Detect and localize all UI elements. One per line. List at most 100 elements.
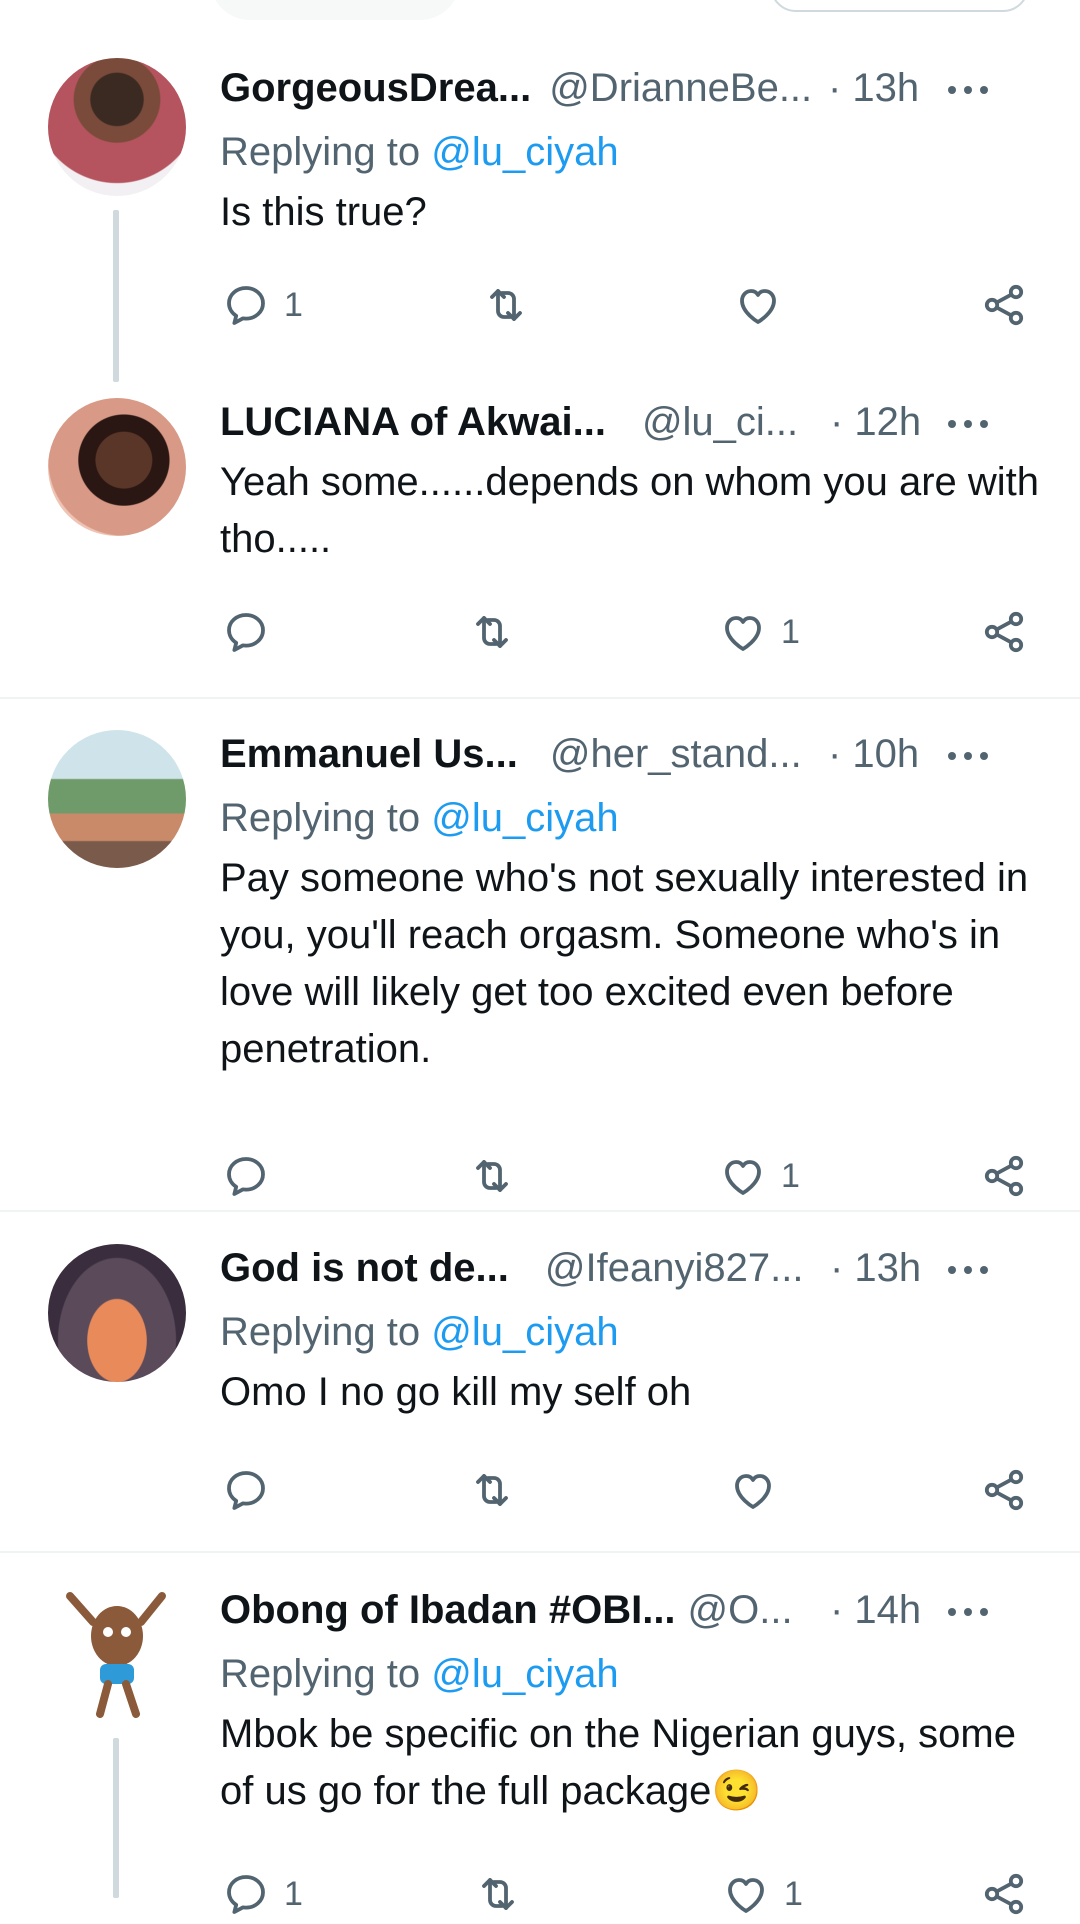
divider	[0, 1551, 1080, 1553]
more-icon[interactable]	[948, 394, 988, 450]
replying-to: Replying to @lu_ciyah	[220, 130, 619, 174]
share-button[interactable]	[980, 602, 1028, 662]
cartoon-avatar-image	[66, 1592, 166, 1718]
tweet[interactable]: LUCIANA of Akwai... @lu_ci... · 12h Yeah …	[0, 380, 1080, 698]
avatar[interactable]	[48, 58, 186, 196]
tweet-text: Pay someone who's not sexually intereste…	[220, 856, 1029, 1071]
like-icon	[722, 1870, 770, 1918]
tweet-header: Emmanuel Us... @her_stand... · 10h	[220, 726, 1040, 782]
like-button[interactable]	[734, 275, 782, 335]
reply-count: 1	[284, 285, 303, 324]
timestamp[interactable]: · 14h	[830, 1582, 921, 1638]
tweet-actions: 1	[0, 275, 1080, 335]
wink-emoji: 😉	[711, 1769, 762, 1813]
avatar[interactable]	[48, 398, 186, 536]
like-icon	[734, 281, 782, 329]
tweet[interactable]: Obong of Ibadan #OBI... @O... · 14h Reply…	[0, 1568, 1080, 1889]
share-button[interactable]	[980, 275, 1028, 335]
display-name[interactable]: Obong of Ibadan #OBI...	[220, 1588, 676, 1632]
retweet-button[interactable]	[468, 1146, 516, 1206]
avatar[interactable]	[48, 1244, 186, 1382]
reply-icon	[222, 1152, 270, 1200]
timestamp[interactable]: · 13h	[828, 60, 919, 116]
share-button[interactable]	[980, 1146, 1028, 1206]
like-button[interactable]: 1	[719, 1146, 800, 1206]
reply-button[interactable]: 1	[222, 1864, 303, 1924]
share-icon	[980, 1152, 1028, 1200]
like-icon	[719, 608, 767, 656]
user-handle[interactable]: @Ifeanyi827...	[545, 1246, 804, 1290]
divider	[0, 1210, 1080, 1212]
share-icon	[980, 1466, 1028, 1514]
more-icon[interactable]	[948, 1240, 988, 1296]
user-handle[interactable]: @her_stand...	[550, 732, 802, 776]
reply-button[interactable]: 1	[222, 275, 303, 335]
timestamp[interactable]: · 10h	[828, 726, 919, 782]
like-icon	[719, 1152, 767, 1200]
replying-to: Replying to @lu_ciyah	[220, 1652, 619, 1696]
like-count: 1	[784, 1874, 803, 1913]
tweet-actions	[0, 1460, 1080, 1520]
display-name[interactable]: LUCIANA of Akwai...	[220, 400, 606, 444]
avatar[interactable]	[48, 730, 186, 868]
reply-icon	[222, 1466, 270, 1514]
tweet-text: Mbok be specific on the Nigerian guys, s…	[220, 1712, 1016, 1813]
retweet-button[interactable]	[482, 275, 530, 335]
display-name[interactable]: GorgeousDrea...	[220, 66, 531, 110]
retweet-icon	[468, 1152, 516, 1200]
reply-button[interactable]	[222, 602, 270, 662]
tweet-header: God is not de... @Ifeanyi827... · 13h	[220, 1240, 1040, 1296]
tweet-actions: 1 1	[0, 1864, 1080, 1924]
more-icon[interactable]	[948, 60, 988, 116]
tweet-header: GorgeousDrea... @DrianneBe... · 13h	[220, 60, 1040, 116]
share-button[interactable]	[980, 1460, 1028, 1520]
tweet[interactable]: God is not de... @Ifeanyi827... · 13h Rep…	[0, 1226, 1080, 1548]
like-icon	[729, 1466, 777, 1514]
tweet[interactable]: Emmanuel Us... @her_stand... · 10h Replyi…	[0, 712, 1080, 1208]
share-icon	[980, 608, 1028, 656]
retweet-icon	[482, 281, 530, 329]
tweet-header: Obong of Ibadan #OBI... @O... · 14h	[220, 1582, 1040, 1638]
display-name[interactable]: Emmanuel Us...	[220, 732, 518, 776]
like-button[interactable]	[729, 1460, 777, 1520]
tweet-text: Yeah some......depends on whom you are w…	[220, 460, 1040, 561]
mention-link[interactable]: @lu_ciyah	[431, 130, 618, 174]
mention-link[interactable]: @lu_ciyah	[431, 1652, 618, 1696]
tweet-text: Is this true?	[220, 190, 427, 234]
mention-link[interactable]: @lu_ciyah	[431, 796, 618, 840]
user-handle[interactable]: @lu_ci...	[642, 400, 798, 444]
like-count: 1	[781, 612, 800, 651]
timestamp[interactable]: · 13h	[830, 1240, 921, 1296]
like-count: 1	[781, 1156, 800, 1195]
share-icon	[980, 281, 1028, 329]
avatar[interactable]	[48, 1588, 186, 1726]
timestamp[interactable]: · 12h	[830, 394, 921, 450]
tweet-text: Omo I no go kill my self oh	[220, 1370, 692, 1414]
like-button[interactable]: 1	[722, 1864, 803, 1924]
mention-link[interactable]: @lu_ciyah	[431, 1310, 618, 1354]
more-icon[interactable]	[948, 726, 988, 782]
reply-button[interactable]	[222, 1146, 270, 1206]
user-handle[interactable]: @O...	[688, 1588, 793, 1632]
more-icon[interactable]	[948, 1582, 988, 1638]
share-button[interactable]	[980, 1864, 1028, 1924]
reply-icon	[222, 1870, 270, 1918]
reply-button[interactable]	[222, 1460, 270, 1520]
retweet-button[interactable]	[468, 1460, 516, 1520]
retweet-icon	[468, 608, 516, 656]
like-button[interactable]: 1	[719, 602, 800, 662]
retweet-button[interactable]	[474, 1864, 522, 1924]
retweet-button[interactable]	[468, 602, 516, 662]
display-name[interactable]: God is not de...	[220, 1246, 509, 1290]
retweet-icon	[474, 1870, 522, 1918]
reply-count: 1	[284, 1874, 303, 1913]
replying-to: Replying to @lu_ciyah	[220, 1310, 619, 1354]
divider	[0, 697, 1080, 699]
reply-icon	[222, 281, 270, 329]
reply-icon	[222, 608, 270, 656]
tweet[interactable]: GorgeousDrea... @DrianneBe... · 13h Reply…	[0, 0, 1080, 382]
tweet-header: LUCIANA of Akwai... @lu_ci... · 12h	[220, 394, 1040, 450]
user-handle[interactable]: @DrianneBe...	[549, 66, 812, 110]
replying-to: Replying to @lu_ciyah	[220, 796, 619, 840]
tweet-actions: 1	[0, 602, 1080, 662]
